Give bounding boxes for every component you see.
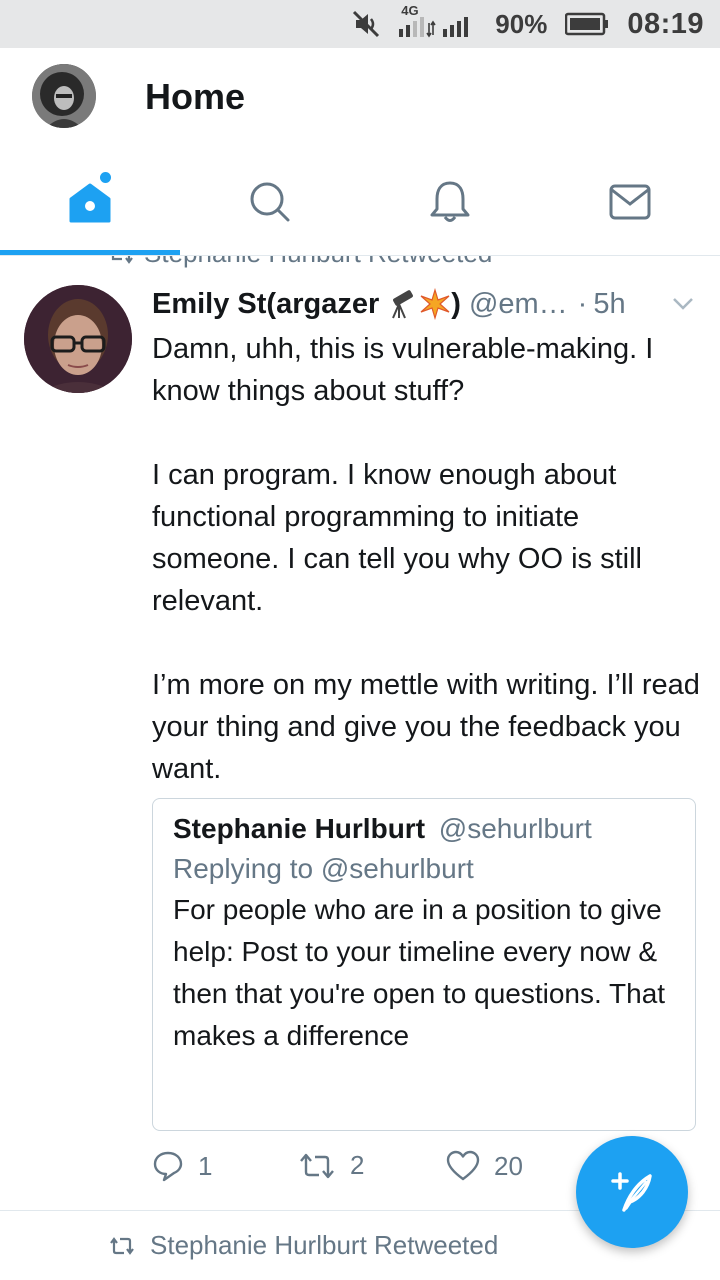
- app-header: Home: [0, 48, 720, 148]
- quoted-tweet[interactable]: Stephanie Hurlburt @sehurlburt Replying …: [152, 798, 696, 1131]
- tab-search[interactable]: [180, 148, 360, 255]
- quoted-tweet-text: For people who are in a position to give…: [173, 894, 666, 1051]
- compose-tweet-button[interactable]: [576, 1136, 688, 1248]
- tweet-avatar[interactable]: [24, 285, 132, 393]
- reply-count: 1: [198, 1150, 213, 1181]
- tweet-separator: ·: [577, 287, 588, 320]
- retweet-icon: [300, 1153, 334, 1178]
- tweet-header: Emily St(argazer ) @em… · 5h: [152, 284, 696, 324]
- mail-icon: [609, 184, 651, 219]
- compose-icon: [611, 1172, 652, 1212]
- tweet-timestamp[interactable]: 5h: [593, 288, 625, 321]
- tweet[interactable]: Emily St(argazer ) @em… · 5h Damn, uhh, …: [0, 270, 720, 1210]
- bell-icon: [430, 181, 470, 222]
- tweet-author-name[interactable]: Emily St(argazer: [152, 288, 379, 321]
- profile-avatar[interactable]: [32, 64, 96, 128]
- retweet-icon: [110, 1236, 134, 1255]
- signal-icon: 4G: [399, 3, 477, 39]
- tab-bar: [0, 148, 720, 256]
- reply-button[interactable]: 1: [152, 1150, 212, 1182]
- status-bar: 4G 90% 08:19: [0, 0, 720, 48]
- quoted-author-handle: @sehurlburt: [438, 813, 592, 844]
- tab-home[interactable]: [0, 148, 180, 255]
- retweet-button[interactable]: 2: [298, 1150, 364, 1181]
- retweet-label: Stephanie Hurlburt Retweeted: [144, 256, 492, 269]
- heart-icon: [446, 1150, 480, 1181]
- clock: 08:19: [627, 7, 704, 40]
- telescope-icon: [385, 288, 417, 320]
- active-tab-indicator: [0, 250, 180, 255]
- notification-dot: [100, 172, 111, 183]
- retweet-header-top: Stephanie Hurlburt Retweeted: [0, 256, 720, 270]
- like-count: 20: [494, 1150, 523, 1181]
- home-icon: [69, 183, 111, 222]
- quoted-author-name: Stephanie Hurlburt: [173, 813, 426, 844]
- chevron-down-icon[interactable]: [670, 290, 696, 324]
- mute-icon: [351, 9, 381, 39]
- battery-percent: 90%: [495, 8, 548, 39]
- retweet-header-bottom: Stephanie Hurlburt Retweeted: [108, 1230, 498, 1261]
- search-icon: [250, 182, 290, 221]
- tweet-author-name-suffix: ): [451, 287, 461, 320]
- quoted-replying-to: Replying to @sehurlburt: [173, 853, 474, 884]
- reply-icon: [153, 1151, 183, 1182]
- like-button[interactable]: 20: [446, 1150, 523, 1182]
- tab-messages[interactable]: [540, 148, 720, 255]
- quoted-tweet-header: Stephanie Hurlburt @sehurlburt: [173, 813, 675, 845]
- page-title: Home: [145, 76, 246, 117]
- network-type: 4G: [401, 3, 419, 18]
- tweet-text: Damn, uhh, this is vulnerable-making. I …: [152, 333, 700, 785]
- battery-icon: [565, 12, 609, 36]
- sparkle-icon: [419, 288, 451, 320]
- tab-notifications[interactable]: [360, 148, 540, 255]
- retweet-icon: [111, 256, 133, 264]
- retweet-count: 2: [350, 1150, 365, 1180]
- retweet-label: Stephanie Hurlburt Retweeted: [150, 1230, 499, 1260]
- tweet-author-handle[interactable]: @em…: [469, 288, 568, 321]
